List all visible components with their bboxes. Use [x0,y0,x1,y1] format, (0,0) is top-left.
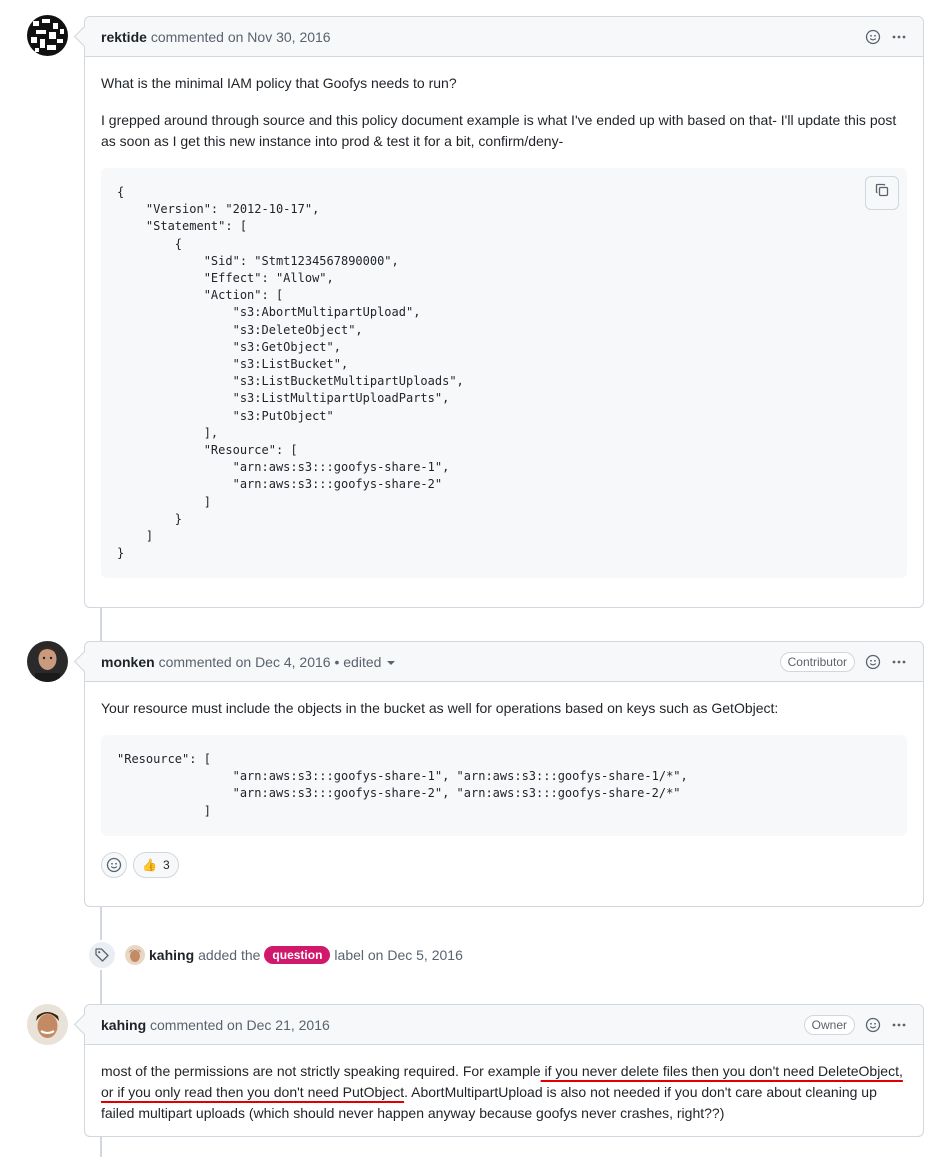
kebab-horizontal-icon[interactable] [891,654,907,670]
comment-meta: monken commented on Dec 4, 2016 • edited [101,654,396,670]
comment-kahing: kahing commented on Dec 21, 2016 Owner m… [84,1004,924,1137]
comment-paragraph: I grepped around through source and this… [101,112,897,149]
smiley-icon [106,857,122,872]
thumbs-up-reaction[interactable]: 👍 3 [133,851,179,878]
copy-button[interactable] [865,176,899,210]
thumbs-up-icon: 👍 [142,857,157,872]
comment-paragraph: What is the minimal IAM policy that Goof… [101,75,457,91]
comment-paragraph: Your resource must include the objects i… [101,700,779,716]
smiley-icon[interactable] [865,29,881,45]
timeline-connector [100,1137,102,1157]
smiley-icon[interactable] [865,654,881,670]
chevron-down-icon [387,660,396,665]
comment-meta: kahing commented on Dec 21, 2016 [101,1017,330,1033]
copy-icon [874,182,890,204]
comment-header: kahing commented on Dec 21, 2016 Owner [85,1005,923,1045]
avatar-rektide[interactable] [27,15,68,56]
edited-dropdown[interactable]: • edited [334,654,396,670]
comment-text-before: most of the permissions are not strictly… [101,1063,541,1079]
timeline-connector [100,608,102,642]
event-date[interactable]: label on Dec 5, 2016 [334,947,462,963]
comment-rektide: rektide commented on Nov 30, 2016 What i… [84,16,924,608]
timestamp-link[interactable]: commented on Dec 21, 2016 [150,1017,330,1033]
kebab-horizontal-icon[interactable] [891,1017,907,1033]
avatar-kahing-small[interactable] [125,945,145,965]
kebab-horizontal-icon[interactable] [891,29,907,45]
comment-body: Your resource must include the objects i… [85,682,923,852]
reaction-count: 3 [162,857,170,872]
code-block: "Resource": [ "arn:aws:s3:::goofys-share… [101,735,907,836]
timestamp-link[interactable]: commented on Dec 4, 2016 [159,654,331,670]
author-link[interactable]: kahing [101,1017,146,1033]
code-block: { "Version": "2012-10-17", "Statement": … [101,168,907,579]
label-event: kahing added the question label on Dec 5… [87,940,463,970]
author-link[interactable]: monken [101,654,155,670]
comment-header: rektide commented on Nov 30, 2016 [85,17,923,57]
add-reaction-button[interactable] [101,851,127,878]
event-actor-link[interactable]: kahing [149,947,194,963]
comment-header: monken commented on Dec 4, 2016 • edited… [85,642,923,682]
smiley-icon[interactable] [865,1017,881,1033]
reactions-bar: 👍 3 [85,851,923,892]
comment-body: most of the permissions are not strictly… [85,1045,923,1140]
role-badge: Contributor [779,651,855,672]
tag-icon [87,940,117,970]
role-badge: Owner [803,1014,855,1035]
comment-paragraph: most of the permissions are not strictly… [101,1061,907,1124]
comment-monken: monken commented on Dec 4, 2016 • edited… [84,641,924,907]
avatar-kahing[interactable] [27,1004,68,1045]
timestamp-link[interactable]: commented on Nov 30, 2016 [151,29,331,45]
event-text: added the [198,947,261,963]
avatar-monken[interactable] [27,641,68,682]
author-link[interactable]: rektide [101,29,147,45]
comment-meta: rektide commented on Nov 30, 2016 [101,29,331,45]
label-question[interactable]: question [264,946,331,964]
comment-body: What is the minimal IAM policy that Goof… [85,57,923,594]
